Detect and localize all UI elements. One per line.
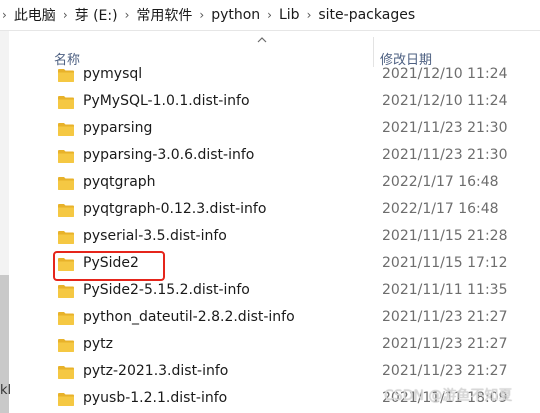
file-row[interactable]: pyparsing-3.0.6.dist-info 2021/11/23 21:3… bbox=[52, 143, 540, 170]
chevron-right-icon[interactable]: › bbox=[125, 8, 130, 22]
file-row[interactable]: pytz-2021.3.dist-info 2021/11/23 21:27 bbox=[52, 359, 540, 386]
file-row-date: 2022/1/17 16:48 bbox=[382, 174, 499, 190]
file-row[interactable]: pytz 2021/11/23 21:27 bbox=[52, 332, 540, 359]
file-row-date: 2021/11/11 11:35 bbox=[382, 282, 508, 298]
breadcrumb-this-pc[interactable]: 此电脑 bbox=[14, 5, 56, 25]
folder-icon bbox=[58, 150, 74, 163]
file-row-name: pyparsing-3.0.6.dist-info bbox=[83, 147, 255, 163]
chevron-right-icon[interactable]: › bbox=[63, 8, 68, 22]
breadcrumb-drive-e[interactable]: 芽 (E:) bbox=[75, 5, 118, 25]
breadcrumb-lib[interactable]: Lib bbox=[279, 7, 300, 23]
file-row[interactable]: python_dateutil-2.8.2.dist-info 2021/11/2… bbox=[52, 305, 540, 332]
file-row-name: pytz-2021.3.dist-info bbox=[83, 363, 229, 379]
chevron-right-icon[interactable]: › bbox=[267, 8, 272, 22]
file-list: pymysql 2021/12/10 11:24 PyMySQL-1.0.1.dis… bbox=[52, 62, 540, 413]
file-row-date: 2021/11/23 21:30 bbox=[382, 147, 508, 163]
folder-icon bbox=[58, 69, 74, 82]
file-row-name: pytz bbox=[83, 336, 114, 352]
file-row[interactable]: pyserial-3.5.dist-info 2021/11/15 21:28 bbox=[52, 224, 540, 251]
file-row-name: pyserial-3.5.dist-info bbox=[83, 228, 227, 244]
file-row-name: PySide2-5.15.2.dist-info bbox=[83, 282, 250, 298]
folder-icon bbox=[58, 312, 74, 325]
navigation-pane-partial-label[interactable]: kl bbox=[0, 383, 11, 398]
file-row-name: pyqtgraph-0.12.3.dist-info bbox=[83, 201, 267, 217]
folder-icon bbox=[58, 258, 74, 271]
file-row-date: 2021/11/23 21:27 bbox=[382, 363, 508, 379]
file-row-name: pymysql bbox=[83, 66, 143, 82]
folder-icon bbox=[58, 96, 74, 109]
address-bar[interactable]: › 此电脑 › 芽 (E:) › 常用软件 › python › Lib › s… bbox=[0, 0, 540, 31]
chevron-right-icon[interactable]: › bbox=[307, 8, 312, 22]
file-row-date: 2021/12/10 11:24 bbox=[382, 93, 508, 109]
file-row-name: python_dateutil-2.8.2.dist-info bbox=[83, 309, 295, 325]
breadcrumb-site-packages[interactable]: site-packages bbox=[318, 7, 415, 23]
file-row-date: 2021/11/23 21:30 bbox=[382, 120, 508, 136]
folder-icon bbox=[58, 366, 74, 379]
file-row[interactable]: pymysql 2021/12/10 11:24 bbox=[52, 62, 540, 89]
file-row-name: PySide2 bbox=[83, 255, 139, 271]
file-row-date: 2021/12/10 11:24 bbox=[382, 66, 508, 82]
file-row[interactable]: pyqtgraph 2022/1/17 16:48 bbox=[52, 170, 540, 197]
file-row-date: 2022/1/17 16:48 bbox=[382, 201, 499, 217]
watermark: CSDN @游鱼不知夏 bbox=[384, 388, 513, 404]
file-row[interactable]: PySide2-5.15.2.dist-info 2021/11/11 11:35 bbox=[52, 278, 540, 305]
folder-icon bbox=[58, 285, 74, 298]
file-row[interactable]: PyMySQL-1.0.1.dist-info 2021/12/10 11:24 bbox=[52, 89, 540, 116]
file-row[interactable]: pyparsing 2021/11/23 21:30 bbox=[52, 116, 540, 143]
file-row-name: pyusb-1.2.1.dist-info bbox=[83, 390, 228, 406]
sort-ascending-icon[interactable] bbox=[256, 35, 268, 45]
folder-icon bbox=[58, 204, 74, 217]
folder-icon bbox=[58, 177, 74, 190]
breadcrumb-python[interactable]: python bbox=[211, 7, 260, 23]
file-row-date: 2021/11/23 21:27 bbox=[382, 309, 508, 325]
folder-icon bbox=[58, 339, 74, 352]
chevron-right-icon[interactable]: › bbox=[2, 8, 7, 22]
file-row-date: 2021/11/23 21:27 bbox=[382, 336, 508, 352]
file-row-date: 2021/11/15 17:12 bbox=[382, 255, 508, 271]
file-row-name: PyMySQL-1.0.1.dist-info bbox=[83, 93, 250, 109]
folder-icon bbox=[58, 123, 74, 136]
file-row-date: 2021/11/15 21:28 bbox=[382, 228, 508, 244]
folder-icon bbox=[58, 231, 74, 244]
folder-icon bbox=[58, 393, 74, 406]
file-row-name: pyparsing bbox=[83, 120, 153, 136]
file-row[interactable]: PySide2 2021/11/15 17:12 bbox=[52, 251, 540, 278]
file-row-name: pyqtgraph bbox=[83, 174, 156, 190]
breadcrumb-common-software[interactable]: 常用软件 bbox=[136, 5, 192, 25]
file-row[interactable]: pyqtgraph-0.12.3.dist-info 2022/1/17 16:4… bbox=[52, 197, 540, 224]
chevron-right-icon[interactable]: › bbox=[199, 8, 204, 22]
